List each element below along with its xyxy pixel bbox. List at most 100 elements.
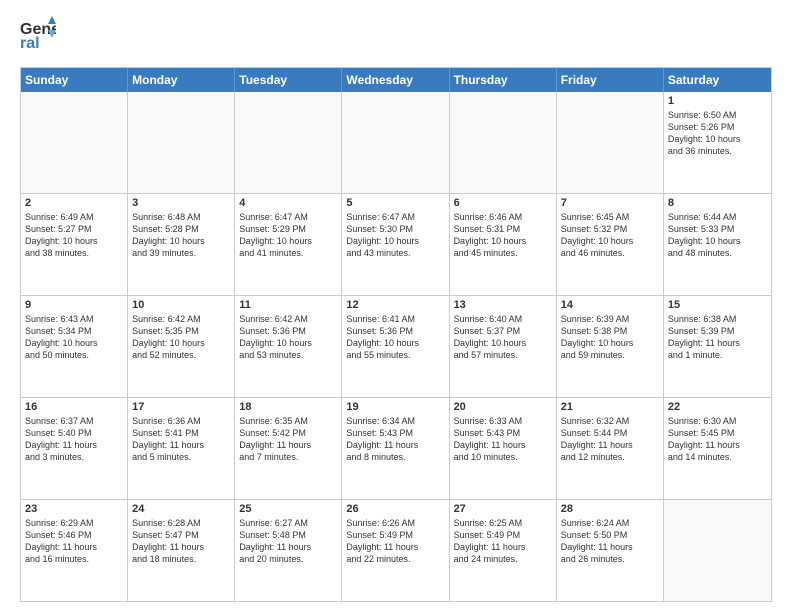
day-number: 20 [454, 401, 552, 413]
day-info: Sunrise: 6:26 AM Sunset: 5:49 PM Dayligh… [346, 517, 444, 566]
day-number: 28 [561, 503, 659, 515]
day-info: Sunrise: 6:45 AM Sunset: 5:32 PM Dayligh… [561, 211, 659, 260]
day-header-wednesday: Wednesday [342, 68, 449, 92]
day-number: 21 [561, 401, 659, 413]
day-cell: 7 Sunrise: 6:45 AM Sunset: 5:32 PM Daylig… [557, 194, 664, 295]
day-number: 12 [346, 299, 444, 311]
day-info: Sunrise: 6:49 AM Sunset: 5:27 PM Dayligh… [25, 211, 123, 260]
day-info: Sunrise: 6:41 AM Sunset: 5:36 PM Dayligh… [346, 313, 444, 362]
day-number: 25 [239, 503, 337, 515]
day-cell: 24 Sunrise: 6:28 AM Sunset: 5:47 PM Dayli… [128, 500, 235, 601]
day-cell: 9 Sunrise: 6:43 AM Sunset: 5:34 PM Daylig… [21, 296, 128, 397]
day-cell: 28Sunrise: 6:24 AM Sunset: 5:50 PM Dayli… [557, 500, 664, 601]
day-header-friday: Friday [557, 68, 664, 92]
day-info: Sunrise: 6:48 AM Sunset: 5:28 PM Dayligh… [132, 211, 230, 260]
day-cell: 15 Sunrise: 6:38 AM Sunset: 5:39 PM Dayli… [664, 296, 771, 397]
week-row-2: 9 Sunrise: 6:43 AM Sunset: 5:34 PM Daylig… [21, 296, 771, 398]
day-cell [342, 92, 449, 193]
day-cell [664, 500, 771, 601]
day-cell [128, 92, 235, 193]
week-row-4: 23 Sunrise: 6:29 AM Sunset: 5:46 PM Dayli… [21, 500, 771, 601]
day-info: Sunrise: 6:33 AM Sunset: 5:43 PM Dayligh… [454, 415, 552, 464]
day-info: Sunrise: 6:35 AM Sunset: 5:42 PM Dayligh… [239, 415, 337, 464]
day-cell: 21 Sunrise: 6:32 AM Sunset: 5:44 PM Dayli… [557, 398, 664, 499]
day-number: 26 [346, 503, 444, 515]
day-cell: 27Sunrise: 6:25 AM Sunset: 5:49 PM Dayli… [450, 500, 557, 601]
day-header-sunday: Sunday [21, 68, 128, 92]
day-cell: 8 Sunrise: 6:44 AM Sunset: 5:33 PM Daylig… [664, 194, 771, 295]
page: Gene ral SundayMondayTuesdayWednesdayThu… [0, 0, 792, 612]
day-cell [450, 92, 557, 193]
day-cell: 1 Sunrise: 6:50 AM Sunset: 5:26 PM Daylig… [664, 92, 771, 193]
day-cell: 25Sunrise: 6:27 AM Sunset: 5:48 PM Dayli… [235, 500, 342, 601]
day-info: Sunrise: 6:47 AM Sunset: 5:29 PM Dayligh… [239, 211, 337, 260]
day-number: 19 [346, 401, 444, 413]
logo: Gene ral [20, 16, 58, 57]
day-info: Sunrise: 6:39 AM Sunset: 5:38 PM Dayligh… [561, 313, 659, 362]
day-info: Sunrise: 6:44 AM Sunset: 5:33 PM Dayligh… [668, 211, 767, 260]
day-cell: 10 Sunrise: 6:42 AM Sunset: 5:35 PM Dayli… [128, 296, 235, 397]
day-number: 18 [239, 401, 337, 413]
day-number: 22 [668, 401, 767, 413]
day-info: Sunrise: 6:36 AM Sunset: 5:41 PM Dayligh… [132, 415, 230, 464]
day-number: 24 [132, 503, 230, 515]
day-number: 27 [454, 503, 552, 515]
day-cell [557, 92, 664, 193]
day-number: 4 [239, 197, 337, 209]
day-cell [21, 92, 128, 193]
day-number: 5 [346, 197, 444, 209]
day-cell: 18 Sunrise: 6:35 AM Sunset: 5:42 PM Dayli… [235, 398, 342, 499]
day-cell: 17 Sunrise: 6:36 AM Sunset: 5:41 PM Dayli… [128, 398, 235, 499]
day-header-monday: Monday [128, 68, 235, 92]
svg-text:ral: ral [20, 35, 40, 52]
header: Gene ral [20, 16, 772, 57]
day-number: 2 [25, 197, 123, 209]
day-cell: 23 Sunrise: 6:29 AM Sunset: 5:46 PM Dayli… [21, 500, 128, 601]
day-number: 8 [668, 197, 767, 209]
day-cell: 14 Sunrise: 6:39 AM Sunset: 5:38 PM Dayli… [557, 296, 664, 397]
day-number: 3 [132, 197, 230, 209]
day-info: Sunrise: 6:32 AM Sunset: 5:44 PM Dayligh… [561, 415, 659, 464]
day-info: Sunrise: 6:50 AM Sunset: 5:26 PM Dayligh… [668, 109, 767, 158]
day-cell: 4 Sunrise: 6:47 AM Sunset: 5:29 PM Daylig… [235, 194, 342, 295]
day-cell [235, 92, 342, 193]
day-number: 17 [132, 401, 230, 413]
day-cell: 2 Sunrise: 6:49 AM Sunset: 5:27 PM Daylig… [21, 194, 128, 295]
week-row-1: 2 Sunrise: 6:49 AM Sunset: 5:27 PM Daylig… [21, 194, 771, 296]
logo-icon: Gene ral [20, 16, 56, 52]
day-cell: 16 Sunrise: 6:37 AM Sunset: 5:40 PM Dayli… [21, 398, 128, 499]
day-number: 10 [132, 299, 230, 311]
day-info: Sunrise: 6:29 AM Sunset: 5:46 PM Dayligh… [25, 517, 123, 566]
day-info: Sunrise: 6:37 AM Sunset: 5:40 PM Dayligh… [25, 415, 123, 464]
day-cell: 5 Sunrise: 6:47 AM Sunset: 5:30 PM Daylig… [342, 194, 449, 295]
calendar: SundayMondayTuesdayWednesdayThursdayFrid… [20, 67, 772, 602]
day-info: Sunrise: 6:30 AM Sunset: 5:45 PM Dayligh… [668, 415, 767, 464]
day-cell: 26 Sunrise: 6:26 AM Sunset: 5:49 PM Dayli… [342, 500, 449, 601]
day-number: 6 [454, 197, 552, 209]
day-number: 7 [561, 197, 659, 209]
week-row-3: 16 Sunrise: 6:37 AM Sunset: 5:40 PM Dayli… [21, 398, 771, 500]
day-info: Sunrise: 6:38 AM Sunset: 5:39 PM Dayligh… [668, 313, 767, 362]
day-cell: 12 Sunrise: 6:41 AM Sunset: 5:36 PM Dayli… [342, 296, 449, 397]
day-info: Sunrise: 6:34 AM Sunset: 5:43 PM Dayligh… [346, 415, 444, 464]
day-info: Sunrise: 6:28 AM Sunset: 5:47 PM Dayligh… [132, 517, 230, 566]
day-header-tuesday: Tuesday [235, 68, 342, 92]
week-row-0: 1 Sunrise: 6:50 AM Sunset: 5:26 PM Daylig… [21, 92, 771, 194]
day-number: 9 [25, 299, 123, 311]
day-number: 1 [668, 95, 767, 107]
day-info: Sunrise: 6:46 AM Sunset: 5:31 PM Dayligh… [454, 211, 552, 260]
day-number: 11 [239, 299, 337, 311]
day-info: Sunrise: 6:40 AM Sunset: 5:37 PM Dayligh… [454, 313, 552, 362]
day-info: Sunrise: 6:42 AM Sunset: 5:36 PM Dayligh… [239, 313, 337, 362]
day-number: 15 [668, 299, 767, 311]
day-info: Sunrise: 6:43 AM Sunset: 5:34 PM Dayligh… [25, 313, 123, 362]
day-header-thursday: Thursday [450, 68, 557, 92]
day-info: Sunrise: 6:42 AM Sunset: 5:35 PM Dayligh… [132, 313, 230, 362]
day-cell: 20 Sunrise: 6:33 AM Sunset: 5:43 PM Dayli… [450, 398, 557, 499]
day-number: 14 [561, 299, 659, 311]
day-cell: 19 Sunrise: 6:34 AM Sunset: 5:43 PM Dayli… [342, 398, 449, 499]
day-number: 16 [25, 401, 123, 413]
day-info: Sunrise: 6:47 AM Sunset: 5:30 PM Dayligh… [346, 211, 444, 260]
day-headers: SundayMondayTuesdayWednesdayThursdayFrid… [21, 68, 771, 92]
day-number: 23 [25, 503, 123, 515]
